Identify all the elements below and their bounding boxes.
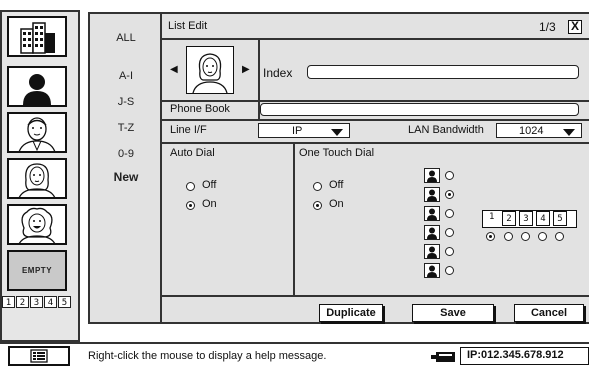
lan-bandwidth-label: LAN Bandwidth (408, 124, 484, 136)
person-icon[interactable] (424, 187, 440, 202)
index-new[interactable]: New (90, 170, 162, 184)
thumbnail-building[interactable] (7, 16, 67, 57)
person-icon[interactable] (424, 206, 440, 221)
one-touch-slot-radio[interactable] (445, 190, 454, 199)
person-woman-icon (18, 162, 56, 197)
person-icon[interactable] (424, 263, 440, 278)
person-icon[interactable] (424, 244, 440, 259)
chevron-down-icon (563, 129, 575, 136)
index-label: Index (263, 66, 293, 80)
index-a-i[interactable]: A-I (90, 70, 162, 82)
index-column: ALL A-I J-S T-Z 0-9 New (88, 12, 160, 324)
thumbnail-curly[interactable] (7, 204, 67, 245)
one-touch-on-radio[interactable] (313, 201, 322, 210)
index-j-s[interactable]: J-S (90, 96, 162, 108)
pager-page-1[interactable]: 1 (2, 296, 15, 308)
line-if-value: IP (292, 125, 303, 137)
index-0-9[interactable]: 0-9 (90, 148, 162, 160)
ip-address: IP:012.345.678.912 (467, 349, 564, 361)
one-touch-page-3[interactable]: 3 (519, 211, 533, 226)
prev-picture-icon[interactable]: ◀ (170, 64, 178, 75)
one-touch-off-label: Off (329, 179, 344, 191)
one-touch-page-radio[interactable] (486, 232, 495, 241)
menu-button[interactable] (8, 346, 70, 366)
lan-bandwidth-value: 1024 (519, 125, 544, 137)
thumbnail-pager: 1 2 3 4 5 (2, 296, 71, 308)
phone-book-input[interactable] (260, 103, 579, 116)
thumbnail-silhouette[interactable] (7, 66, 67, 107)
person-woman-icon (192, 53, 228, 94)
one-touch-slot-radio[interactable] (445, 247, 454, 256)
one-touch-page-1[interactable]: 1 (489, 212, 494, 222)
list-icon (30, 349, 48, 363)
page-indicator: 1/3 (539, 20, 556, 34)
one-touch-dial-label: One Touch Dial (299, 147, 375, 159)
network-icon (430, 350, 456, 368)
pager-page-4[interactable]: 4 (44, 296, 57, 308)
person-icon[interactable] (424, 168, 440, 183)
save-button[interactable]: Save (412, 304, 494, 322)
chevron-down-icon (331, 129, 343, 136)
one-touch-page-radio[interactable] (504, 232, 513, 241)
thumbnail-man[interactable] (7, 112, 67, 153)
pager-page-3[interactable]: 3 (30, 296, 43, 308)
auto-dial-on-radio[interactable] (186, 201, 195, 210)
index-t-z[interactable]: T-Z (90, 122, 162, 134)
auto-dial-off-label: Off (202, 179, 217, 191)
one-touch-slot-radio[interactable] (445, 228, 454, 237)
thumbnail-empty[interactable]: EMPTY (7, 250, 67, 291)
phone-book-label: Phone Book (170, 103, 230, 115)
auto-dial-on-label: On (202, 198, 217, 210)
panel-title: List Edit (168, 20, 208, 32)
help-message: Right-click the mouse to display a help … (88, 350, 327, 362)
next-picture-icon[interactable]: ▶ (242, 64, 250, 75)
one-touch-page-radio[interactable] (555, 232, 564, 241)
person-man-icon (18, 116, 56, 151)
building-icon (20, 21, 55, 54)
auto-dial-off-radio[interactable] (186, 182, 195, 191)
pager-page-5[interactable]: 5 (58, 296, 71, 308)
empty-label: EMPTY (21, 266, 53, 275)
one-touch-page-2[interactable]: 2 (502, 211, 516, 226)
pager-page-2[interactable]: 2 (16, 296, 29, 308)
one-touch-slot-radio[interactable] (445, 209, 454, 218)
one-touch-page-4[interactable]: 4 (536, 211, 550, 226)
one-touch-off-radio[interactable] (313, 182, 322, 191)
thumbnail-woman[interactable] (7, 158, 67, 199)
line-if-select[interactable]: IP (258, 123, 350, 138)
ip-address-display: IP:012.345.678.912 (460, 347, 589, 365)
one-touch-page-radio[interactable] (538, 232, 547, 241)
line-if-label: Line I/F (170, 124, 207, 136)
one-touch-page-5[interactable]: 5 (553, 211, 567, 226)
cancel-button[interactable]: Cancel (514, 304, 584, 322)
lan-bandwidth-select[interactable]: 1024 (496, 123, 582, 138)
one-touch-slot-radio[interactable] (445, 171, 454, 180)
person-icon[interactable] (424, 225, 440, 240)
auto-dial-label: Auto Dial (170, 147, 215, 159)
silhouette-icon (23, 73, 51, 105)
close-button[interactable]: X (568, 20, 582, 34)
index-input[interactable] (307, 65, 579, 79)
duplicate-button[interactable]: Duplicate (319, 304, 383, 322)
one-touch-page-radio[interactable] (521, 232, 530, 241)
one-touch-slot-radio[interactable] (445, 266, 454, 275)
list-edit-panel: List Edit 1/3 X ◀ ▶ Index Phone Book Lin… (160, 12, 589, 324)
one-touch-on-label: On (329, 198, 344, 210)
picture-preview[interactable] (186, 46, 234, 94)
person-curly-hair-icon (18, 207, 56, 243)
index-all[interactable]: ALL (90, 32, 162, 44)
